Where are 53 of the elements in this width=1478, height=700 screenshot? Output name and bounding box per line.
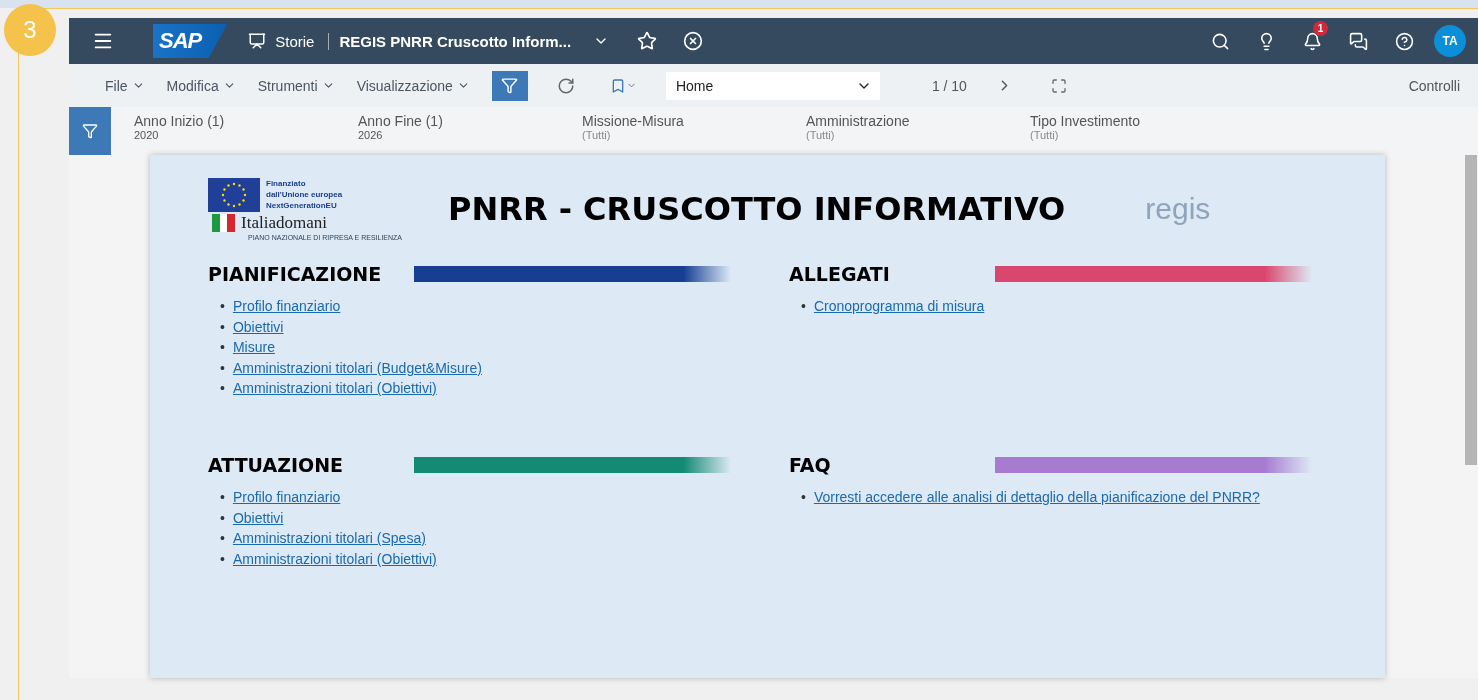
section-link[interactable]: Amministrazioni titolari (Spesa) bbox=[232, 528, 426, 549]
section-link[interactable]: Vorresti accedere alle analisi di dettaglio della pianificazione del PNRR? bbox=[813, 487, 1260, 508]
bullet: • bbox=[220, 317, 225, 337]
filter-chip[interactable]: Amministrazione (Tutti) bbox=[806, 107, 1006, 155]
section-link[interactable]: Profilo finanziario bbox=[232, 296, 341, 317]
section-title: PIANIFICAZIONE bbox=[208, 263, 383, 285]
eu-flag-icon bbox=[208, 177, 260, 212]
section-title: FAQ bbox=[789, 454, 832, 476]
menu-item[interactable]: File bbox=[105, 77, 145, 94]
bullet: • bbox=[220, 338, 225, 357]
notification-count: 1 bbox=[1313, 21, 1328, 36]
section-link[interactable]: Amministrazioni titolari (Obiettivi) bbox=[232, 548, 437, 569]
app-name[interactable]: Storie bbox=[275, 32, 315, 50]
menu-item[interactable]: Modifica bbox=[166, 77, 236, 94]
bullet: • bbox=[220, 297, 225, 316]
page-select[interactable]: Home bbox=[665, 71, 880, 100]
add-filter-button[interactable] bbox=[69, 107, 111, 155]
filter-chip[interactable]: Anno Fine (1) 2026 bbox=[358, 107, 558, 155]
section-link[interactable]: Amministrazioni titolari (Budget&Misure) bbox=[232, 357, 482, 378]
section-title: ALLEGATI bbox=[789, 263, 891, 285]
bullet: • bbox=[220, 549, 225, 569]
user-avatar[interactable]: TA bbox=[1434, 25, 1466, 57]
section-title: ATTUAZIONE bbox=[208, 454, 344, 476]
section-link[interactable]: Amministrazioni titolari (Obiettivi) bbox=[232, 378, 437, 399]
section-link[interactable]: Profilo finanziario bbox=[232, 487, 341, 508]
sap-logo: SAP bbox=[153, 24, 228, 58]
filter-icon bbox=[501, 77, 519, 94]
section-link[interactable]: Misure bbox=[232, 337, 275, 358]
section-link[interactable]: Obiettivi bbox=[232, 316, 284, 337]
dashboard-title: PNRR - CRUSCOTTO INFORMATIVO bbox=[448, 190, 1066, 228]
bullet: • bbox=[220, 358, 225, 378]
section-link[interactable]: Obiettivi bbox=[232, 507, 284, 528]
bullet: • bbox=[220, 488, 225, 507]
filter-button[interactable] bbox=[491, 70, 528, 101]
section-link[interactable]: Cronoprogramma di misura bbox=[813, 296, 985, 317]
controls-button[interactable]: Controlli bbox=[1408, 77, 1460, 94]
story-title: REGIS PNRR Cruscotto Inform... bbox=[328, 32, 572, 50]
bullet: • bbox=[801, 297, 806, 316]
filter-chip[interactable]: Anno Inizio (1) 2020 bbox=[134, 107, 334, 155]
page-indicator: 1 / 10 bbox=[931, 77, 967, 94]
filter-chip[interactable]: Missione-Misura (Tutti) bbox=[582, 107, 782, 155]
bullet: • bbox=[220, 508, 225, 528]
menu-item[interactable]: Visualizzazione bbox=[356, 77, 470, 94]
italiadomani-logo-text: Italiadomani bbox=[241, 212, 327, 233]
filter-chip[interactable]: Tipo Investimento (Tutti) bbox=[1030, 107, 1230, 155]
bell-icon bbox=[1302, 31, 1322, 51]
menu-item[interactable]: Strumenti bbox=[257, 77, 335, 94]
bullet: • bbox=[801, 488, 806, 507]
bullet: • bbox=[220, 379, 225, 398]
eu-funding-text: Finanziato dall'Unione europea NextGenerationEU bbox=[266, 177, 343, 212]
regis-logo: regis bbox=[1145, 192, 1211, 226]
bullet: • bbox=[220, 529, 225, 548]
filter-icon bbox=[82, 123, 98, 139]
